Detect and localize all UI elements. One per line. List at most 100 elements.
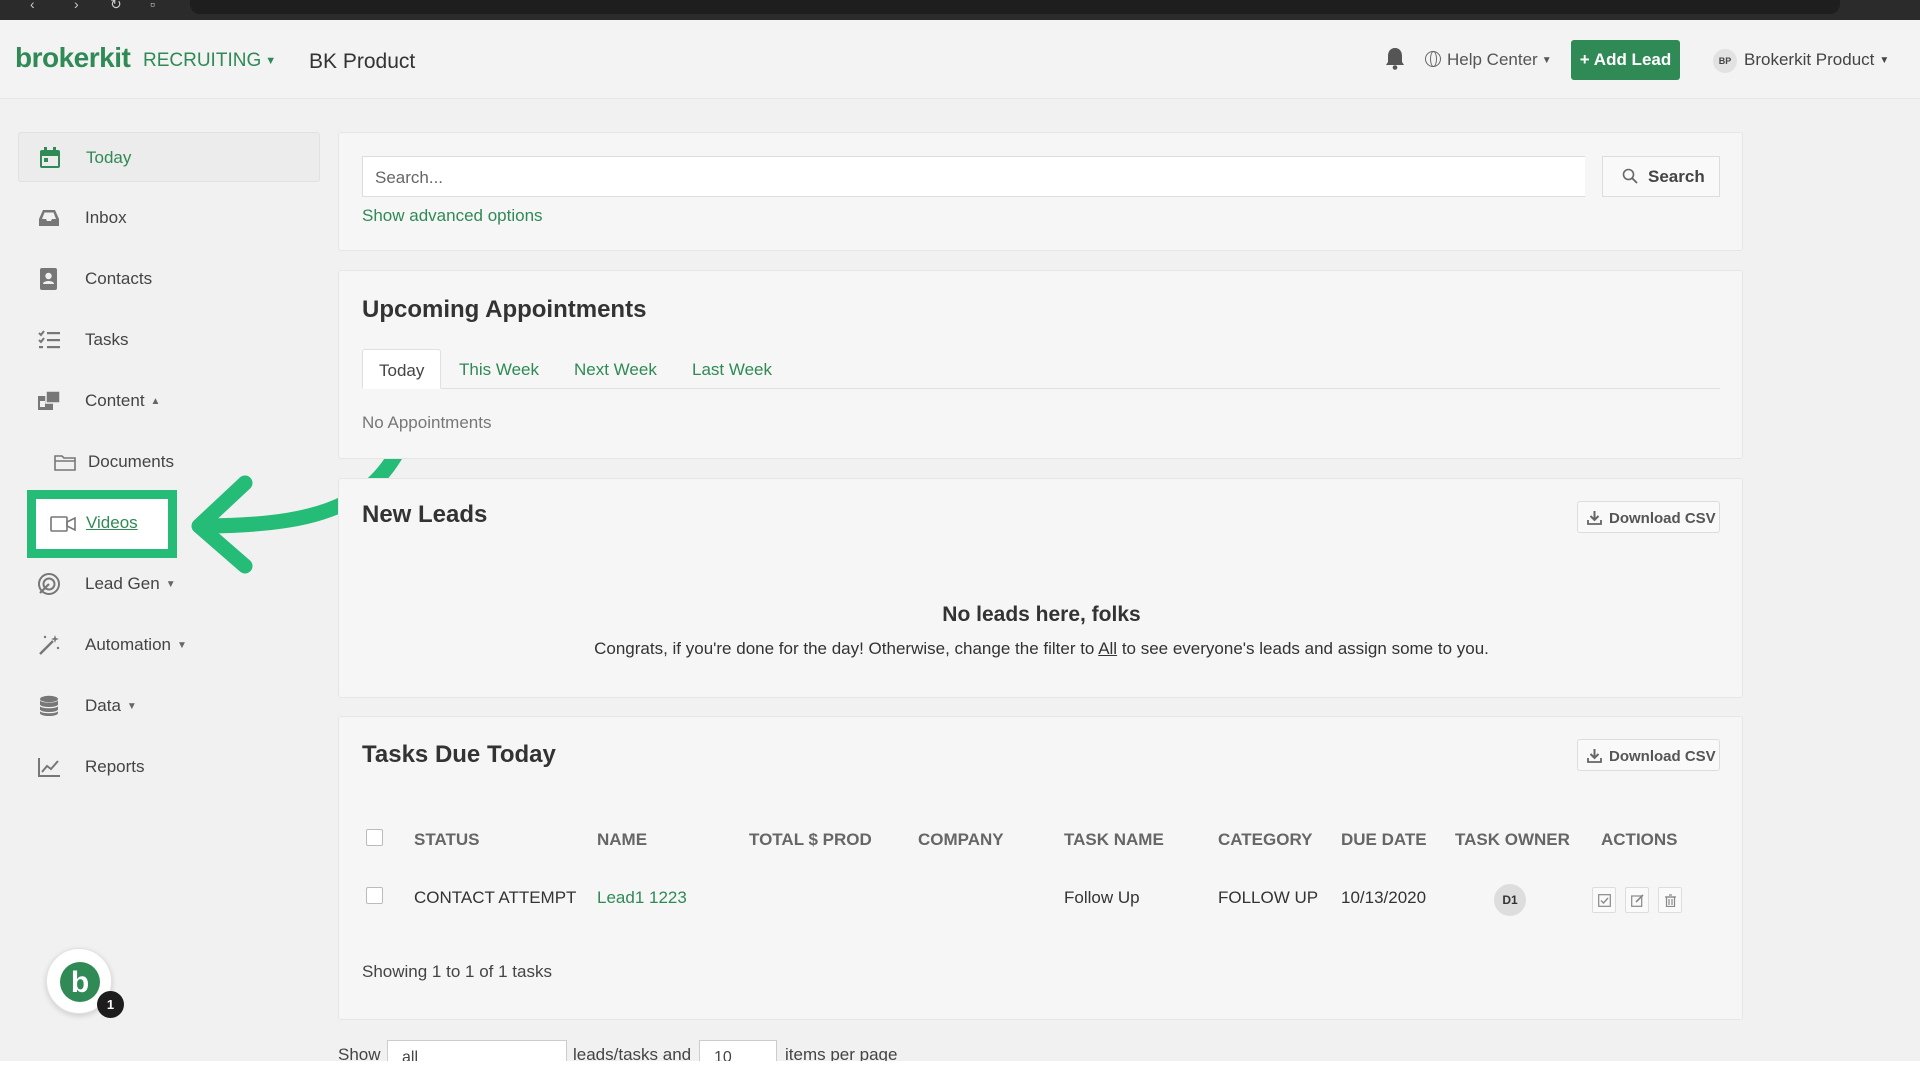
lead-gen-icon [38,573,60,595]
column-header-due-date[interactable]: DUE DATE [1341,830,1427,850]
task-due-date: 10/13/2020 [1341,888,1427,907]
appointments-panel: Upcoming Appointments Today This Week Ne… [338,270,1743,459]
sidebar-item-contacts[interactable]: Contacts [18,254,320,304]
section-title: Tasks Due Today [362,741,556,768]
inbox-icon [39,210,59,226]
svg-text:b: b [71,966,89,999]
sidebar-item-label-wrap: Automation ▼ [85,635,187,655]
home-icon[interactable]: ▫ [150,0,155,14]
search-icon [1622,168,1638,184]
all-filter-link[interactable]: All [1098,639,1117,658]
download-csv-button[interactable]: Download CSV [1577,501,1720,533]
sidebar-item-label: Videos [86,513,138,532]
column-header-task-owner[interactable]: TASK OWNER [1455,830,1570,850]
calendar-icon [40,147,60,168]
sidebar-item-data[interactable]: Data ▼ [18,681,320,731]
sidebar-item-label: Inbox [85,208,127,227]
leads-tasks-label: leads/tasks and [573,1045,692,1061]
column-header-company[interactable]: COMPANY [918,830,1004,850]
content-icon [38,390,61,410]
sidebar-item-label: Reports [85,757,145,776]
help-center-menu[interactable]: Help Center ▼ [1425,50,1552,70]
column-header-task-name[interactable]: TASK NAME [1064,830,1164,850]
bell-icon[interactable] [1384,46,1406,70]
complete-task-button[interactable] [1592,887,1616,913]
app-page: ‹ › ↻ ▫ brokerkit RECRUITING ▼ BK Product… [0,0,1920,1061]
sidebar-item-label-wrap: Data ▼ [85,696,137,716]
show-label: Show [338,1045,381,1061]
advanced-options-link[interactable]: Show advanced options [362,206,543,226]
sidebar-item-videos[interactable]: Videos [27,490,177,558]
download-csv-label: Download CSV [1609,510,1716,527]
tab-today[interactable]: Today [362,349,442,389]
new-leads-panel: New Leads Download CSV No leads here, fo… [338,478,1743,698]
address-bar[interactable] [190,0,1840,14]
avatar: BP [1713,49,1737,73]
module-label: RECRUITING [143,50,262,71]
sidebar-item-label: Tasks [85,330,129,349]
add-lead-button[interactable]: + Add Lead [1571,40,1680,80]
pagination-summary: Showing 1 to 1 of 1 tasks [362,962,552,981]
column-header-category[interactable]: CATEGORY [1218,830,1312,850]
chevron-down-icon: ▼ [265,55,277,67]
browser-toolbar: ‹ › ↻ ▫ [0,0,1920,20]
download-csv-label: Download CSV [1609,748,1716,765]
chevron-down-icon: ▼ [1879,55,1890,66]
sidebar-item-automation[interactable]: Automation ▼ [18,620,320,670]
checkbox-check-icon [1598,894,1611,907]
appointment-tabs: Today This Week Next Week Last Week [362,349,1720,389]
column-header-name[interactable]: NAME [597,830,647,850]
reload-icon[interactable]: ↻ [110,0,122,14]
sidebar-item-inbox[interactable]: Inbox [18,193,320,243]
lead-name-link[interactable]: Lead1 1223 [597,888,687,908]
sidebar-item-label: Lead Gen [85,574,160,593]
items-per-page-label: items per page [785,1045,898,1061]
task-name: Follow Up [1064,888,1140,907]
row-checkbox[interactable] [366,887,383,904]
chevron-down-icon: ▼ [165,579,176,590]
user-name: Brokerkit Product [1744,50,1875,69]
per-page-select[interactable]: 10 [699,1040,777,1061]
brand-logo[interactable]: brokerkit [15,42,131,74]
sidebar-item-label: Content [85,391,145,410]
contact-book-icon [40,268,57,290]
select-all-checkbox[interactable] [366,829,383,846]
search-input[interactable]: Search... [362,156,1585,197]
task-status: CONTACT ATTEMPT [414,888,577,907]
edit-icon [1631,894,1644,907]
download-icon [1587,511,1602,525]
forward-icon[interactable]: › [74,0,79,14]
filter-select[interactable]: all [387,1040,567,1061]
search-button[interactable]: Search [1602,156,1720,197]
empty-text-after: to see everyone's leads and assign some … [1117,639,1489,658]
task-list-icon [38,330,60,349]
chevron-down-icon: ▼ [1541,55,1552,66]
top-header: brokerkit RECRUITING ▼ BK Product Help Ce… [0,20,1920,99]
magic-wand-icon [39,635,60,655]
download-csv-button[interactable]: Download CSV [1577,739,1720,771]
delete-task-button[interactable] [1658,887,1682,913]
tab-last-week[interactable]: Last Week [692,349,772,389]
no-appointments-text: No Appointments [362,413,492,432]
column-header-status[interactable]: STATUS [414,830,479,850]
section-title: Upcoming Appointments [362,296,647,323]
column-header-total-prod[interactable]: TOTAL $ PROD [749,830,872,850]
sidebar-item-tasks[interactable]: Tasks [18,315,320,365]
download-icon [1587,749,1602,763]
notification-badge: 1 [97,991,124,1018]
sidebar-item-today[interactable]: Today [18,132,320,182]
module-switcher[interactable]: RECRUITING ▼ [143,50,276,72]
empty-text-before: Congrats, if you're done for the day! Ot… [594,639,1099,658]
trash-icon [1665,894,1676,907]
edit-task-button[interactable] [1625,887,1649,913]
sidebar-item-label: Contacts [85,269,153,288]
sidebar-item-reports[interactable]: Reports [18,742,320,792]
tab-next-week[interactable]: Next Week [574,349,657,389]
chevron-down-icon: ▼ [126,701,137,712]
help-center-label: Help Center [1447,50,1538,69]
back-icon[interactable]: ‹ [30,0,35,14]
search-button-label: Search [1648,167,1705,186]
user-menu[interactable]: BP Brokerkit Product ▼ [1713,49,1889,73]
tab-this-week[interactable]: This Week [459,349,539,389]
empty-state-title: No leads here, folks [942,603,1141,626]
